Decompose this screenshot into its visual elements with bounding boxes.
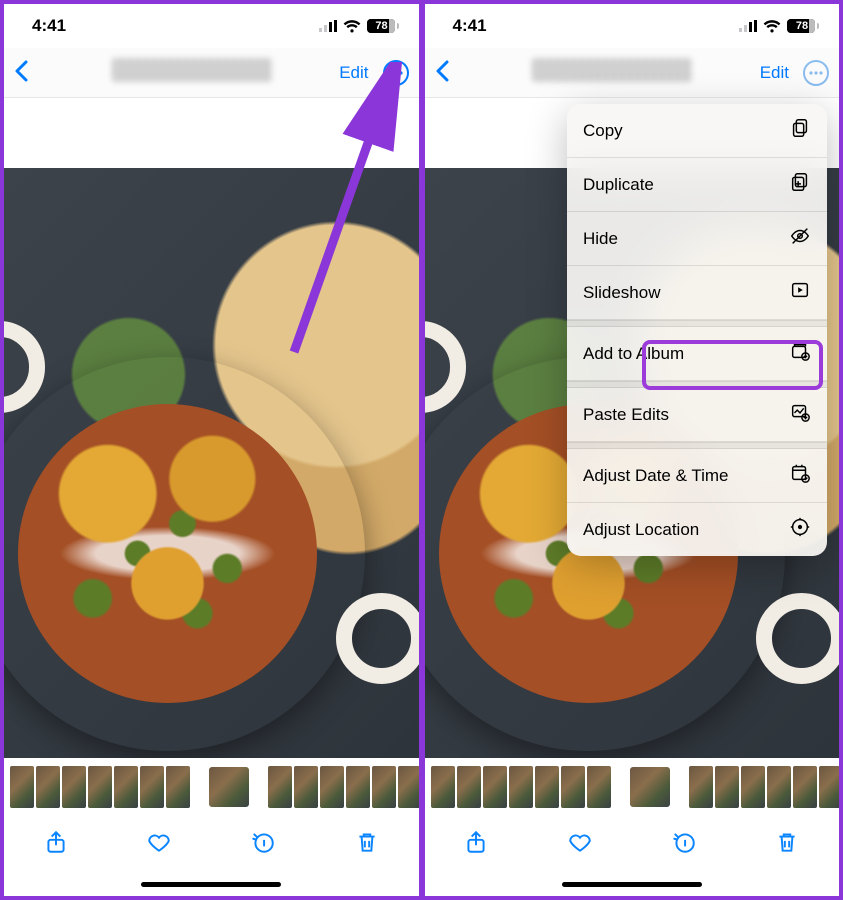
back-button[interactable] [14, 59, 44, 87]
paste-edits-icon [789, 401, 811, 428]
menu-label: Slideshow [583, 283, 661, 303]
delete-button[interactable] [345, 829, 389, 860]
thumbnail-strip[interactable] [425, 758, 840, 816]
more-button[interactable] [383, 60, 409, 86]
menu-add-album[interactable]: Add to Album [567, 327, 827, 381]
menu-duplicate[interactable]: Duplicate [567, 158, 827, 212]
album-icon [789, 340, 811, 367]
hide-icon [789, 225, 811, 252]
more-button[interactable] [803, 60, 829, 86]
thumbnail-strip[interactable] [4, 758, 419, 816]
share-button[interactable] [454, 829, 498, 860]
edit-button[interactable]: Edit [339, 63, 368, 83]
nav-title [44, 58, 339, 87]
photo-viewer[interactable] [4, 168, 419, 758]
battery-indicator: 78 [367, 19, 399, 33]
location-icon [789, 516, 811, 543]
bottom-toolbar [4, 816, 419, 872]
context-menu: Copy Duplicate Hide Slideshow Add to Alb… [567, 104, 827, 556]
back-button[interactable] [435, 59, 465, 87]
menu-slideshow[interactable]: Slideshow [567, 266, 827, 320]
menu-paste-edits[interactable]: Paste Edits [567, 388, 827, 442]
thumbnail-selected[interactable] [629, 766, 671, 808]
info-button[interactable] [241, 829, 285, 860]
clock: 4:41 [453, 16, 487, 36]
status-bar: 4:41 78 [4, 4, 419, 48]
battery-indicator: 78 [787, 19, 819, 33]
favorite-button[interactable] [137, 829, 181, 860]
cellular-icon [739, 20, 757, 32]
duplicate-icon [789, 171, 811, 198]
nav-bar: Edit [4, 48, 419, 98]
edit-button[interactable]: Edit [760, 63, 789, 83]
thumbnail-selected[interactable] [208, 766, 250, 808]
wifi-icon [763, 20, 781, 33]
phone-left: 4:41 78 Edit [4, 4, 419, 896]
menu-label: Adjust Location [583, 520, 699, 540]
home-indicator[interactable] [425, 872, 840, 896]
bottom-toolbar [425, 816, 840, 872]
info-button[interactable] [662, 829, 706, 860]
phone-right: 4:41 78 Edit [425, 4, 840, 896]
menu-adjust-location[interactable]: Adjust Location [567, 503, 827, 556]
home-indicator[interactable] [4, 872, 419, 896]
nav-bar: Edit [425, 48, 840, 98]
cellular-icon [319, 20, 337, 32]
menu-label: Hide [583, 229, 618, 249]
clock: 4:41 [32, 16, 66, 36]
menu-hide[interactable]: Hide [567, 212, 827, 266]
menu-adjust-date[interactable]: Adjust Date & Time [567, 449, 827, 503]
calendar-icon [789, 462, 811, 489]
menu-label: Paste Edits [583, 405, 669, 425]
status-bar: 4:41 78 [425, 4, 840, 48]
wifi-icon [343, 20, 361, 33]
favorite-button[interactable] [558, 829, 602, 860]
menu-copy[interactable]: Copy [567, 104, 827, 158]
copy-icon [789, 117, 811, 144]
menu-label: Add to Album [583, 344, 684, 364]
slideshow-icon [789, 279, 811, 306]
menu-label: Copy [583, 121, 623, 141]
share-button[interactable] [34, 829, 78, 860]
menu-label: Duplicate [583, 175, 654, 195]
delete-button[interactable] [765, 829, 809, 860]
menu-label: Adjust Date & Time [583, 466, 729, 486]
nav-title [465, 58, 760, 87]
